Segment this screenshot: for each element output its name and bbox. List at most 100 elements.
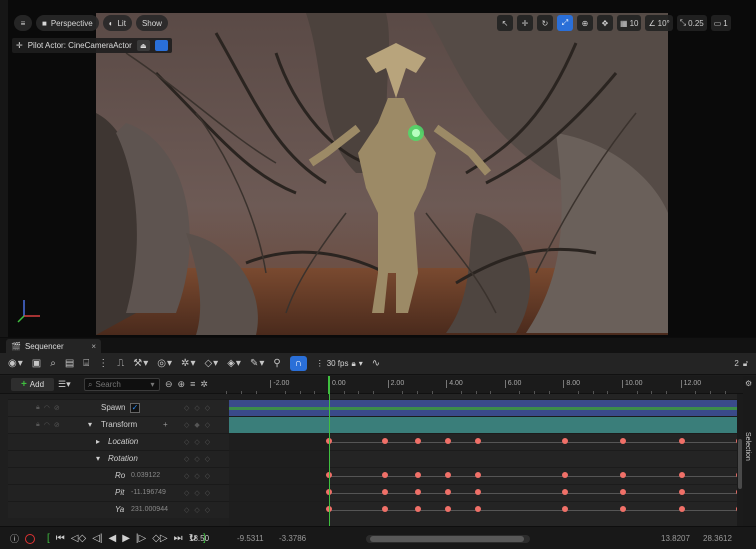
rotate-tool-button[interactable]: ↻ [537, 15, 553, 31]
add-key-icon[interactable]: ◇ [194, 506, 199, 514]
jump-to-end-button[interactable]: ⏭ [174, 533, 183, 544]
roll-keyframe[interactable] [381, 472, 388, 478]
prev-key-icon[interactable]: ◇ [184, 489, 189, 497]
chevron-down-icon[interactable]: ▾ [88, 420, 92, 429]
save-button[interactable]: ▣ [32, 358, 41, 369]
track-row-yaw[interactable]: Ya 231.000944 ◇ ◇ ◇ [0, 501, 229, 518]
viewport-menu-button[interactable]: ≡ [14, 15, 32, 31]
track-row-rotation[interactable]: ▾ Rotation ◇ ◇ ◇ [0, 450, 229, 467]
prev-key-icon[interactable]: ◇ [184, 455, 189, 463]
track-row-transform[interactable]: 🔒︎ ◠ ⊘ ▾ Transform + ◇ ◆ ◇ [0, 416, 229, 433]
play-end-field[interactable]: 13.8207 [661, 534, 690, 543]
solo-icon[interactable]: ◠ [44, 404, 50, 412]
next-key-button[interactable]: ◇▷ [152, 533, 167, 544]
track-timeline[interactable] [229, 394, 737, 526]
current-frame-field[interactable]: 18.50 [189, 534, 209, 543]
tools-dropdown[interactable]: ⚒ ▾ [133, 358, 148, 369]
playhead-line[interactable] [329, 394, 330, 526]
add-key-icon[interactable]: ◇ [194, 489, 199, 497]
eject-pilot-button[interactable]: ⏏ [136, 40, 150, 51]
track-row-spawn[interactable]: 🔒︎ ◠ ⊘ Spawn ✓ ◇ ◇ ◇ [0, 399, 229, 416]
scale-snap-button[interactable]: ⤡ 0.25 [676, 15, 707, 31]
surface-snap-button[interactable]: ✥ [597, 15, 613, 31]
yaw-keyframe[interactable] [561, 506, 568, 512]
play-reverse-button[interactable]: ◀ [108, 533, 116, 544]
expand-icon[interactable]: ⊕ [178, 379, 186, 390]
transform-section[interactable] [229, 416, 737, 433]
curve-editor-button[interactable]: ⎍ [117, 358, 124, 369]
location-keyframe[interactable] [381, 438, 388, 444]
step-forward-button[interactable]: |▷ [136, 533, 146, 544]
info-icon[interactable]: ⓘ [10, 532, 19, 545]
curve-view-button[interactable]: ∿ [372, 358, 380, 369]
location-keyframe[interactable] [561, 438, 568, 444]
marker-button[interactable]: ⚲ [273, 358, 280, 369]
lock-icon[interactable]: 🔒︎ [36, 421, 40, 429]
key-interpolation-dropdown[interactable]: ◇ ▾ [204, 358, 218, 369]
roll-keyframe[interactable] [561, 472, 568, 478]
world-local-button[interactable]: ⊕ [577, 15, 593, 31]
add-key-icon[interactable]: ◇ [194, 438, 199, 446]
prev-key-icon[interactable]: ◇ [184, 438, 189, 446]
add-section-icon[interactable]: + [163, 420, 168, 429]
render-movie-button[interactable]: ▤ [65, 358, 74, 369]
play-start-field[interactable]: -3.3786 [279, 534, 306, 543]
level-viewport[interactable]: ≡ ■ Perspective ◐ Lit Show ↖ ✛ ↻ ⤢ ⊕ ✥ ▦… [0, 0, 756, 337]
add-key-icon[interactable]: ◇ [194, 472, 199, 480]
collapse-icon[interactable]: ⊖ [165, 379, 173, 390]
playhead-handle[interactable] [328, 376, 330, 394]
pitch-keyframe[interactable] [561, 489, 568, 495]
horizontal-scroll-thumb[interactable] [370, 536, 524, 542]
search-input[interactable] [95, 380, 148, 389]
pitch-keyframe[interactable] [444, 489, 451, 495]
prev-key-icon[interactable]: ◇ [184, 472, 189, 480]
translate-tool-button[interactable]: ✛ [517, 15, 533, 31]
mute-icon[interactable]: ⊘ [54, 404, 60, 412]
lit-button[interactable]: ◐ Lit [102, 15, 132, 31]
rotation-snap-button[interactable]: ∠ 10° [645, 15, 673, 31]
next-key-icon[interactable]: ◇ [205, 506, 210, 514]
spawn-checkbox[interactable]: ✓ [130, 402, 140, 413]
lock-icon[interactable]: 🔒︎ [36, 404, 40, 412]
show-button[interactable]: Show [135, 15, 168, 31]
edit-mode-dropdown[interactable]: ✎ ▾ [250, 358, 264, 369]
prev-key-button[interactable]: ◁◇ [71, 533, 86, 544]
roll-value-field[interactable]: 0.039122 [131, 472, 160, 479]
grid-snap-button[interactable]: ▦ 10 [617, 15, 642, 31]
track-search-field[interactable]: ⌕ ▾ [84, 378, 160, 391]
view-options-dropdown[interactable]: ◎ ▾ [157, 358, 172, 369]
scale-tool-button[interactable]: ⤢ [557, 15, 573, 31]
track-row-location[interactable]: ▸ Location ◇ ◇ ◇ [0, 433, 229, 450]
yaw-value-field[interactable]: 231.000944 [131, 506, 168, 513]
camera-lock-button[interactable] [154, 40, 168, 51]
track-row-roll[interactable]: Ro 0.039122 ◇ ◇ ◇ [0, 467, 229, 484]
mute-icon[interactable]: ⊘ [54, 421, 60, 429]
jump-to-start-button[interactable]: ⏮ [56, 533, 65, 544]
list-icon[interactable]: ≡ [190, 379, 195, 390]
world-settings-button[interactable]: ◉ ▾ [8, 358, 23, 369]
add-key-dropdown[interactable]: ◈ ▾ [227, 358, 241, 369]
sequencer-tab[interactable]: 🎬 Sequencer × [6, 339, 101, 353]
next-key-icon[interactable]: ◇ [205, 489, 210, 497]
yaw-keyframe[interactable] [381, 506, 388, 512]
vertical-scroll-thumb[interactable] [738, 439, 742, 489]
perspective-button[interactable]: ■ Perspective [36, 15, 99, 31]
snap-toggle[interactable]: ∩ [289, 356, 307, 371]
chevron-right-icon[interactable]: ▸ [96, 437, 100, 446]
next-key-icon[interactable]: ◇ [205, 421, 210, 429]
yaw-keyframe[interactable] [444, 506, 451, 512]
next-key-icon[interactable]: ◇ [205, 404, 210, 412]
prev-key-icon[interactable]: ◇ [184, 404, 189, 412]
camera-speed-button[interactable]: ▭ 1 [710, 15, 731, 31]
prev-key-icon[interactable]: ◇ [184, 506, 189, 514]
next-key-icon[interactable]: ◇ [205, 472, 210, 480]
clapper-button[interactable]: ⌸ [83, 358, 89, 369]
time-ruler[interactable]: -2.00 0.00 2.00 4.00 6.00 8.00 10.00 12.00 [226, 376, 737, 394]
add-key-icon[interactable]: ◇ [194, 404, 199, 412]
location-keyframe[interactable] [444, 438, 451, 444]
sliders-icon[interactable]: ⚙ [745, 379, 752, 388]
view-start-field[interactable]: -9.5311 [237, 534, 264, 543]
gear-icon[interactable]: ✲ [200, 379, 208, 390]
step-back-button[interactable]: ◁| [92, 533, 102, 544]
browse-button[interactable]: ⌕ [50, 358, 56, 369]
